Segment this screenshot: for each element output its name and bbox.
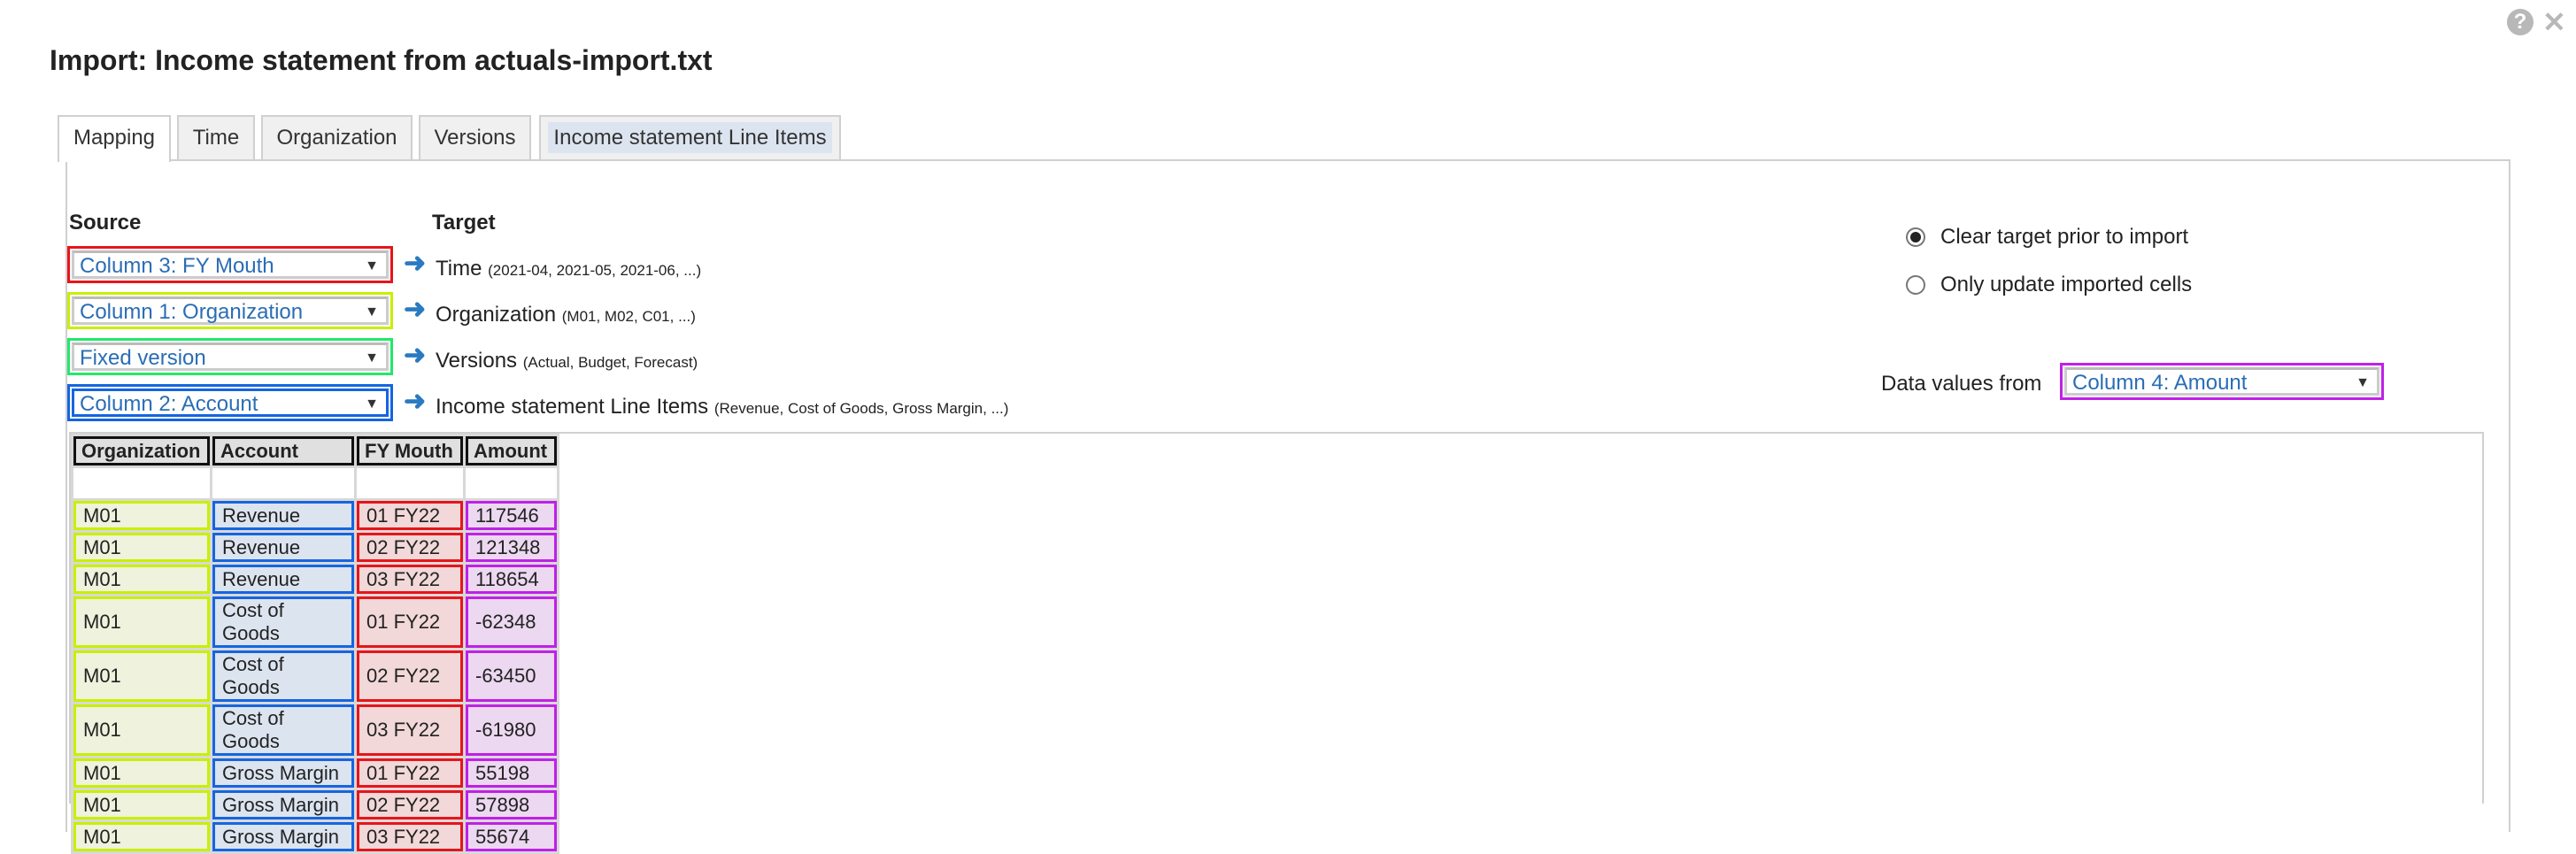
table-cell: M01 [73,565,210,594]
table-cell: Cost of Goods [212,704,354,756]
data-values-select[interactable]: Column 4: Amount ▼ [2060,363,2384,400]
table-cell: 03 FY22 [357,822,463,851]
table-cell: M01 [73,790,210,819]
select-value: Column 1: Organization [80,300,304,324]
line-items-source-select[interactable]: Column 2: Account ▼ [67,384,393,421]
table-cell: 121348 [466,533,557,562]
clear-target-label[interactable]: Clear target prior to import [1940,225,2188,250]
chevron-down-icon: ▼ [365,396,379,412]
table-cell: Revenue [212,533,354,562]
table-cell: M01 [73,501,210,530]
chevron-down-icon: ▼ [2356,375,2370,390]
chevron-down-icon: ▼ [365,304,379,319]
table-cell: M01 [73,533,210,562]
table-cell: M01 [73,758,210,788]
only-update-radio[interactable] [1906,275,1925,295]
target-time: Time (2021-04, 2021-05, 2021-06, ...) [436,257,702,281]
table-row: M01 Revenue 02 FY22 121348 [73,533,557,562]
tab-organization[interactable]: Organization [261,115,413,159]
table-cell: M01 [73,704,210,756]
column-header-organization: Organization [73,436,210,465]
target-heading: Target [432,211,496,235]
table-cell: Cost of Goods [212,596,354,648]
table-cell: Gross Margin [212,758,354,788]
table-row: M01 Revenue 01 FY22 117546 [73,501,557,530]
tab-versions[interactable]: Versions [419,115,531,159]
versions-source-select[interactable]: Fixed version ▼ [67,338,393,375]
table-row: M01 Cost of Goods 02 FY22 -63450 [73,650,557,702]
target-organization: Organization (M01, M02, C01, ...) [436,303,696,327]
table-cell: -63450 [466,650,557,702]
clear-target-radio[interactable] [1906,227,1925,247]
tab-label: Income statement Line Items [548,122,832,153]
table-cell: 03 FY22 [357,565,463,594]
table-row: M01 Cost of Goods 01 FY22 -62348 [73,596,557,648]
table-cell: 55674 [466,822,557,851]
dialog-title: Import: Income statement from actuals-im… [50,44,713,76]
table-row: M01 Revenue 03 FY22 118654 [73,565,557,594]
table-cell: -62348 [466,596,557,648]
select-value: Column 4: Amount [2072,371,2248,395]
column-header-amount: Amount [466,436,557,465]
close-icon[interactable]: ✕ [2542,5,2566,39]
select-value: Fixed version [80,346,206,370]
table-cell: 02 FY22 [357,533,463,562]
table-cell: 01 FY22 [357,501,463,530]
arrow-right-icon: ➜ [404,341,427,370]
table-cell: M01 [73,822,210,851]
chevron-down-icon: ▼ [365,258,379,273]
tab-label: Organization [276,126,397,150]
table-cell: M01 [73,650,210,702]
table-cell: 02 FY22 [357,790,463,819]
tab-time[interactable]: Time [177,115,255,159]
help-icon[interactable]: ? [2507,9,2534,35]
tab-label: Mapping [73,126,156,150]
table-cell: 01 FY22 [357,596,463,648]
target-line-items: Income statement Line Items (Revenue, Co… [436,395,1009,419]
table-cell: 57898 [466,790,557,819]
table-cell: Gross Margin [212,822,354,851]
organization-source-select[interactable]: Column 1: Organization ▼ [67,292,393,329]
arrow-right-icon: ➜ [404,387,427,416]
table-row: M01 Cost of Goods 03 FY22 -61980 [73,704,557,756]
tab-label: Versions [434,126,516,150]
table-cell: Gross Margin [212,790,354,819]
column-header-fy-mouth: FY Mouth [357,436,463,465]
only-update-label[interactable]: Only update imported cells [1940,273,2192,297]
preview-table: Organization Account FY Mouth Amount M01… [71,434,559,854]
table-cell: -61980 [466,704,557,756]
tab-income-statement-line-items[interactable]: Income statement Line Items [539,115,841,159]
table-cell: M01 [73,596,210,648]
chevron-down-icon: ▼ [365,350,379,365]
table-row: M01 Gross Margin 03 FY22 55674 [73,822,557,851]
table-row: M01 Gross Margin 01 FY22 55198 [73,758,557,788]
table-cell: 02 FY22 [357,650,463,702]
select-value: Column 2: Account [80,392,258,416]
table-cell: Revenue [212,565,354,594]
blank-row [73,468,557,498]
arrow-right-icon: ➜ [404,249,427,278]
target-versions: Versions (Actual, Budget, Forecast) [436,349,698,373]
table-cell: 55198 [466,758,557,788]
data-values-label: Data values from [1881,372,2042,396]
time-source-select[interactable]: Column 3: FY Mouth ▼ [67,246,393,283]
table-row: M01 Gross Margin 02 FY22 57898 [73,790,557,819]
tab-mapping[interactable]: Mapping [58,115,171,162]
arrow-right-icon: ➜ [404,295,427,324]
table-cell: 118654 [466,565,557,594]
select-value: Column 3: FY Mouth [80,254,274,278]
table-cell: Revenue [212,501,354,530]
table-cell: 01 FY22 [357,758,463,788]
table-cell: 03 FY22 [357,704,463,756]
table-cell: Cost of Goods [212,650,354,702]
source-heading: Source [69,211,142,235]
column-header-account: Account [212,436,354,465]
table-cell: 117546 [466,501,557,530]
tab-label: Time [192,126,240,150]
